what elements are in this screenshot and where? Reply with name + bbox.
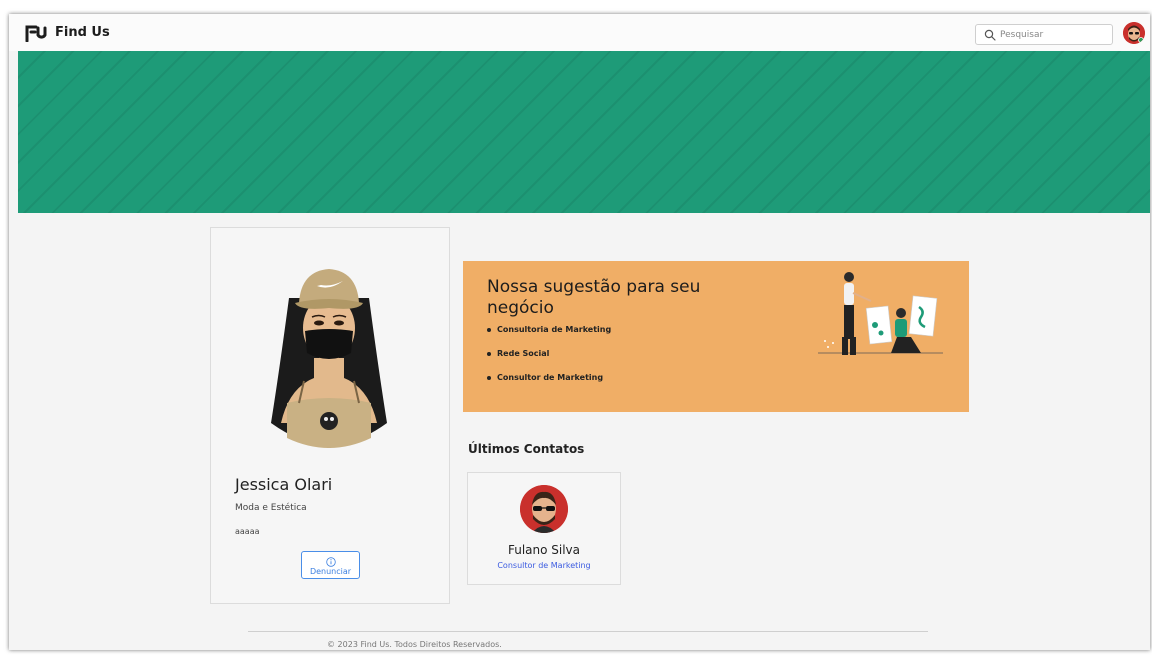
report-button[interactable]: Denunciar xyxy=(301,551,360,579)
footer-divider xyxy=(248,631,928,632)
suggestion-list: Consultoria de Marketing Rede Social Con… xyxy=(487,325,611,397)
suggestion-item[interactable]: Consultor de Marketing xyxy=(487,373,611,397)
suggestion-panel: Nossa sugestão para seu negócio Consulto… xyxy=(463,261,969,412)
profile-bio: aaaaa xyxy=(235,527,260,536)
find-us-logo-icon[interactable] xyxy=(25,24,47,42)
contact-avatar-image xyxy=(520,485,568,533)
search-input[interactable] xyxy=(1000,26,1108,43)
footer-copyright: © 2023 Find Us. Todos Direitos Reservado… xyxy=(327,640,502,649)
suggestion-item[interactable]: Rede Social xyxy=(487,349,611,373)
presentation-illustration xyxy=(818,272,943,355)
suggestion-item[interactable]: Consultoria de Marketing xyxy=(487,325,611,349)
report-button-label: Denunciar xyxy=(309,566,352,576)
search-box[interactable] xyxy=(975,24,1113,45)
info-icon xyxy=(325,556,336,567)
profile-banner xyxy=(18,51,1150,213)
recent-contacts-title: Últimos Contatos xyxy=(468,442,585,456)
profile-photo xyxy=(271,269,387,448)
profile-card: Jessica Olari Moda e Estética aaaaa Denu… xyxy=(210,227,450,604)
search-icon xyxy=(984,29,996,41)
contact-avatar xyxy=(520,485,568,533)
profile-category: Moda e Estética xyxy=(235,503,307,513)
app-window: Find Us Pesquisar Jessica Olari Moda e E… xyxy=(9,14,1150,650)
user-avatar-image xyxy=(1123,22,1145,44)
brand-name[interactable]: Find Us xyxy=(55,25,110,40)
user-avatar[interactable] xyxy=(1123,22,1145,44)
top-navbar: Find Us xyxy=(9,14,1150,51)
contact-role: Consultor de Marketing xyxy=(497,561,591,570)
contact-card[interactable]: Fulano Silva Consultor de Marketing xyxy=(467,472,621,585)
profile-name: Jessica Olari xyxy=(235,475,333,494)
contact-name: Fulano Silva xyxy=(507,543,581,557)
suggestion-title: Nossa sugestão para seu negócio xyxy=(487,277,701,318)
